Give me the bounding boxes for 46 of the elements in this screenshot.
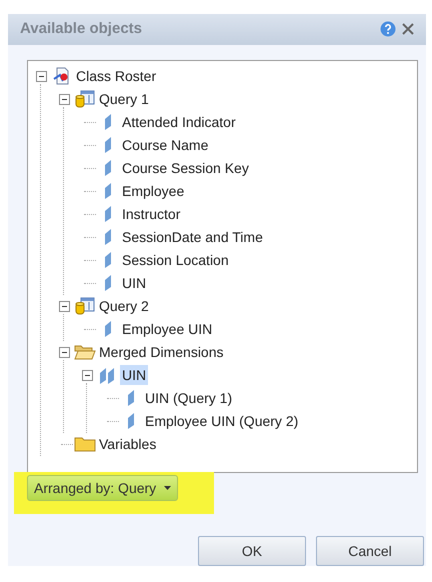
tree-item[interactable]: Session Location: [120, 250, 231, 270]
caret-icon: [164, 486, 172, 490]
tree-item[interactable]: SessionDate and Time: [120, 227, 265, 248]
tree-item[interactable]: Instructor: [120, 204, 182, 224]
database-table-icon: [75, 90, 95, 108]
dimension-icon: [103, 320, 113, 338]
dialog-button[interactable]: Cancel: [316, 536, 424, 566]
dimension-icon: [103, 182, 113, 200]
close-icon[interactable]: [402, 23, 414, 36]
tree-item[interactable]: Query 1: [97, 89, 151, 110]
arrange-dropdown[interactable]: Arranged by: Query: [27, 475, 178, 502]
collapse-toggle[interactable]: [36, 70, 46, 82]
dimension-icon: [103, 159, 113, 178]
tree-item[interactable]: Employee: [120, 181, 186, 202]
tree-item[interactable]: Course Name: [120, 135, 210, 156]
tree-item[interactable]: Attended Indicator: [120, 112, 238, 132]
dialog-button[interactable]: OK: [198, 536, 306, 566]
collapse-toggle[interactable]: [58, 346, 70, 358]
collapse-toggle[interactable]: [58, 94, 70, 105]
tree-item[interactable]: UIN: [120, 365, 148, 386]
report-icon: [53, 67, 71, 86]
dimension-icon: [126, 389, 136, 408]
window-title: Available objects: [20, 19, 142, 40]
dimension-icon: [103, 251, 113, 270]
tree-item[interactable]: UIN (Query 1): [143, 388, 234, 408]
dimension-icon: [103, 113, 113, 132]
tree-item[interactable]: UIN: [120, 273, 148, 294]
dimension-icon: [103, 228, 113, 246]
tree-item[interactable]: Course Session Key: [120, 158, 251, 178]
tree-item[interactable]: Variables: [97, 434, 158, 454]
database-table-icon: [75, 297, 95, 316]
tree-item[interactable]: Query 2: [97, 296, 151, 316]
tree-item[interactable]: Merged Dimensions: [97, 342, 226, 362]
collapse-toggle[interactable]: [58, 300, 70, 312]
tree-item[interactable]: Employee UIN: [120, 319, 214, 340]
dimension-icon: [103, 136, 113, 154]
merged-dimension-icon: [99, 366, 117, 384]
collapse-toggle[interactable]: [82, 370, 92, 381]
help-icon[interactable]: [380, 21, 396, 38]
folder-icon: [74, 436, 96, 452]
tree-item[interactable]: Class Roster: [74, 66, 158, 86]
dimension-icon: [103, 274, 113, 292]
dimension-icon: [126, 412, 136, 430]
tree-item[interactable]: Employee UIN (Query 2): [143, 411, 300, 432]
dimension-icon: [103, 205, 113, 224]
open-folder-icon: [74, 344, 96, 360]
